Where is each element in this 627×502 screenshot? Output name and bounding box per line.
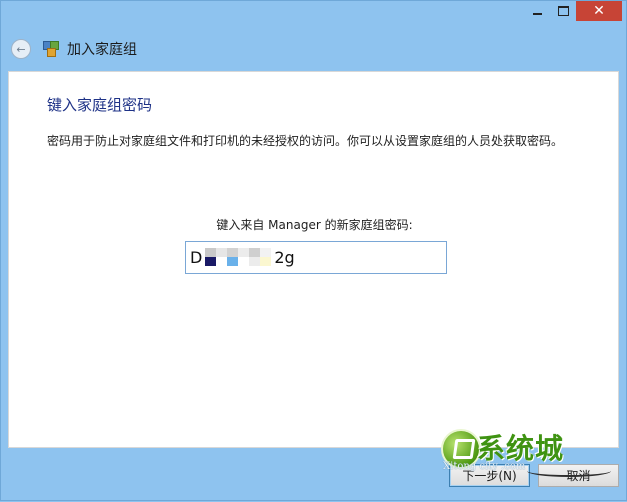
maximize-icon <box>557 6 569 16</box>
homegroup-window: ✕ ← 加入家庭组 键入家庭组密码 密码用于防止对家庭组文件和打印机的未经授权的… <box>0 0 627 501</box>
minimize-icon <box>532 13 542 15</box>
maximize-button[interactable] <box>550 1 576 21</box>
password-input[interactable]: D 2g <box>185 241 447 274</box>
password-obscured-mosaic <box>205 248 272 266</box>
close-icon: ✕ <box>593 3 605 19</box>
content-panel: 键入家庭组密码 密码用于防止对家庭组文件和打印机的未经授权的访问。你可以从设置家… <box>8 71 619 448</box>
password-visible-end: 2g <box>274 248 295 267</box>
password-prompt-label: 键入来自 Manager 的新家庭组密码: <box>216 218 413 232</box>
caption-buttons: ✕ <box>524 1 622 23</box>
close-button[interactable]: ✕ <box>576 1 622 21</box>
site-watermark: 系统城 Xitong city .com <box>441 427 616 479</box>
back-button[interactable]: ← <box>11 39 31 59</box>
watermark-swoosh <box>527 465 611 477</box>
minimize-button[interactable] <box>524 1 550 21</box>
description-text: 密码用于防止对家庭组文件和打印机的未经授权的访问。你可以从设置家庭组的人员处获取… <box>47 134 564 148</box>
watermark-url: Xitong city .com <box>443 461 526 472</box>
navigation-bar: ← 加入家庭组 <box>11 38 137 60</box>
section-heading: 键入家庭组密码 <box>47 96 153 114</box>
page-title: 加入家庭组 <box>67 42 137 58</box>
password-visible-start: D <box>190 248 203 267</box>
homegroup-icon <box>43 41 59 57</box>
back-arrow-icon: ← <box>16 42 26 56</box>
